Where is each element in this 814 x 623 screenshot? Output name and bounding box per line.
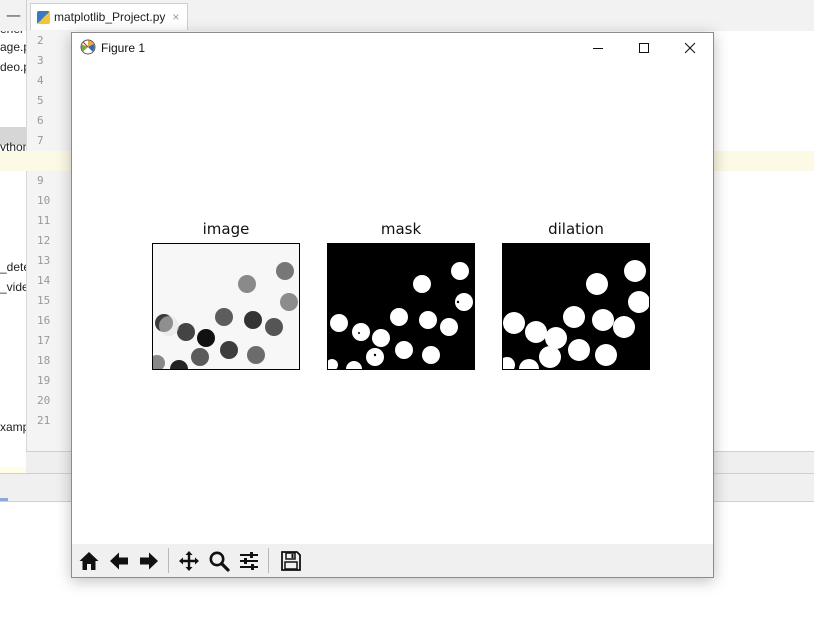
- zoom-button[interactable]: [204, 546, 234, 576]
- panel-image: [152, 243, 300, 370]
- forward-arrow-icon: [140, 552, 158, 570]
- line-number: 17: [37, 334, 51, 347]
- line-number: 18: [37, 354, 51, 367]
- panel-mask: [327, 243, 475, 370]
- configure-subplots-icon: [240, 552, 258, 570]
- line-number: 7: [37, 134, 44, 147]
- line-number: 2: [37, 34, 44, 47]
- project-item[interactable]: age.py: [0, 40, 26, 54]
- line-number: 20: [37, 394, 51, 407]
- panel-dilation: [502, 243, 650, 370]
- line-number-gutter: 2 3 4 5 6 7 8 9 10 11 12 13 14 15 16 17 …: [26, 31, 73, 451]
- divider: [26, 0, 27, 31]
- minimize-button[interactable]: [575, 33, 621, 63]
- pan-icon: [179, 551, 199, 571]
- scroll-indicator: [0, 498, 8, 501]
- window-title: Figure 1: [101, 41, 146, 55]
- panel-title-mask: mask: [380, 220, 422, 238]
- save-button[interactable]: [276, 546, 306, 576]
- python-file-icon: [37, 10, 50, 24]
- minimize-icon: [593, 48, 603, 49]
- line-number: 4: [37, 74, 44, 87]
- maximize-button[interactable]: [621, 33, 667, 63]
- editor-tab-label: matplotlib_Project.py: [54, 10, 166, 24]
- line-number: 5: [37, 94, 44, 107]
- pan-button[interactable]: [174, 546, 204, 576]
- tab-close-icon[interactable]: ×: [172, 10, 179, 24]
- hide-panel-button[interactable]: —: [6, 6, 21, 24]
- dilation-image: [503, 244, 649, 369]
- back-button[interactable]: [104, 546, 134, 576]
- configure-subplots-button[interactable]: [234, 546, 264, 576]
- line-number: 19: [37, 374, 51, 387]
- editor-tab[interactable]: matplotlib_Project.py ×: [30, 3, 189, 30]
- grayscale-image: [153, 244, 299, 369]
- toolbar-separator: [168, 548, 169, 573]
- line-number: 13: [37, 254, 51, 267]
- maximize-icon: [639, 43, 649, 53]
- line-number: 6: [37, 114, 44, 127]
- line-number: 15: [37, 294, 51, 307]
- line-number: 9: [37, 174, 44, 187]
- project-item[interactable]: _video: [0, 280, 26, 294]
- back-arrow-icon: [110, 552, 128, 570]
- panel-title-image: image: [202, 220, 250, 238]
- matplotlib-logo-icon: [80, 39, 96, 55]
- line-number: 16: [37, 314, 51, 327]
- project-item[interactable]: deo.p: [0, 60, 26, 74]
- line-number: 14: [37, 274, 51, 287]
- line-number: 10: [37, 194, 51, 207]
- line-number: 12: [37, 234, 51, 247]
- project-panel: enel age.py deo.p ython _dete _video xam…: [0, 31, 26, 473]
- zoom-icon: [209, 551, 230, 572]
- project-item[interactable]: xamp: [0, 420, 26, 434]
- line-number: 3: [37, 54, 44, 67]
- save-icon: [281, 551, 301, 571]
- navigation-toolbar: [72, 544, 713, 577]
- project-item[interactable]: _dete: [0, 260, 26, 274]
- close-icon: [684, 42, 696, 54]
- line-number: 11: [37, 214, 51, 227]
- home-icon: [79, 552, 99, 570]
- forward-button[interactable]: [134, 546, 164, 576]
- close-button[interactable]: [667, 33, 713, 63]
- figure-canvas[interactable]: image mask dilation: [72, 63, 713, 544]
- home-button[interactable]: [74, 546, 104, 576]
- line-number: 21: [37, 414, 51, 427]
- mask-image: [328, 244, 474, 369]
- toolbar-separator: [268, 548, 269, 573]
- project-item[interactable]: enel: [0, 31, 23, 36]
- window-titlebar[interactable]: Figure 1: [72, 33, 713, 63]
- panel-title-dilation: dilation: [548, 220, 604, 238]
- editor-tab-bar: — matplotlib_Project.py ×: [0, 0, 814, 32]
- figure-window: Figure 1 image mask dilation: [71, 32, 714, 578]
